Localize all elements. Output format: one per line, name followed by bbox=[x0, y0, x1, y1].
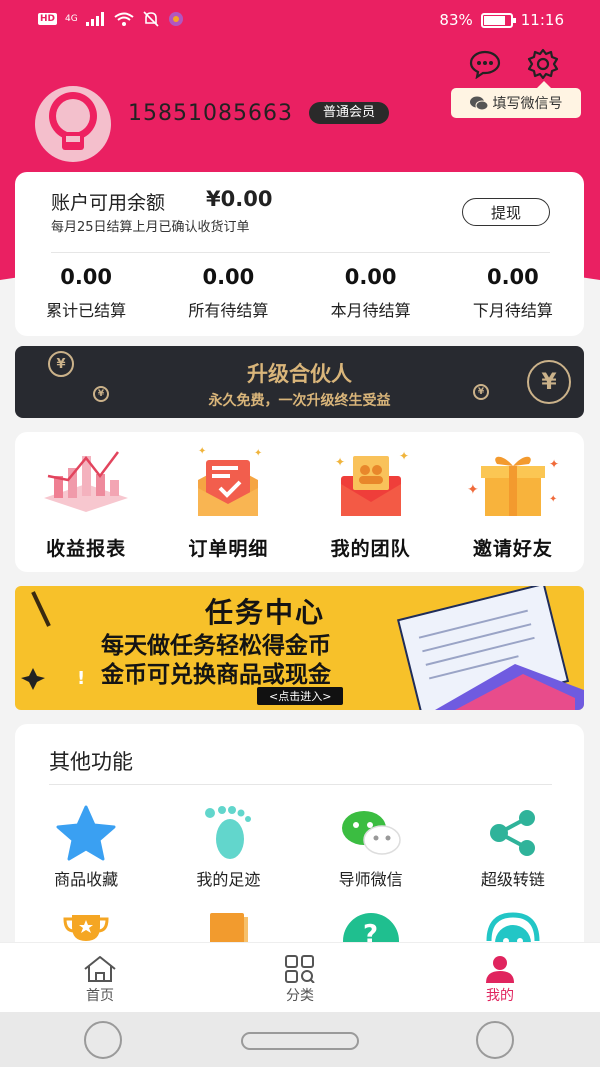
home-nav-button[interactable] bbox=[241, 1032, 359, 1050]
message-button[interactable] bbox=[468, 47, 502, 81]
eye-nav-button[interactable] bbox=[476, 1021, 514, 1059]
fill-wechat-tip[interactable]: 填写微信号 bbox=[451, 81, 581, 118]
tab-category[interactable]: 分类 bbox=[200, 943, 400, 1012]
gift-icon: ✦ ✦ ✦ bbox=[467, 456, 559, 516]
divider bbox=[51, 252, 550, 253]
home-icon bbox=[84, 956, 116, 982]
shortcut-label: 收益报表 bbox=[46, 538, 127, 560]
chart-icon bbox=[44, 451, 129, 512]
shortcut-label: 订单明细 bbox=[188, 538, 269, 560]
shortcut-label: 邀请好友 bbox=[472, 538, 553, 560]
tab-mine[interactable]: 我的 bbox=[400, 943, 600, 1012]
shortcut-invite-friends[interactable]: ✦ ✦ ✦ 邀请好友 bbox=[442, 442, 584, 561]
feature-super-link[interactable]: 超级转链 bbox=[442, 806, 584, 890]
stat-value: 0.00 bbox=[486, 265, 539, 289]
stat-this-month-pending[interactable]: 0.00 本月待结算 bbox=[300, 265, 442, 321]
task-line-2: 金币可兑换商品或现金 bbox=[101, 662, 331, 688]
tab-label: 分类 bbox=[286, 988, 314, 1004]
wechat-icon bbox=[341, 811, 401, 855]
partner-subtitle: 永久免费，一次升级终生受益 bbox=[208, 393, 391, 409]
stat-label: 下月待结算 bbox=[472, 301, 553, 320]
shortcut-my-team[interactable]: ✦ ✦ 我的团队 bbox=[300, 442, 442, 561]
stat-label: 本月待结算 bbox=[330, 301, 411, 320]
tab-home[interactable]: 首页 bbox=[0, 943, 200, 1012]
footprint-icon bbox=[205, 806, 252, 859]
feature-label: 导师微信 bbox=[338, 870, 403, 889]
member-level-badge: 普通会员 bbox=[309, 102, 390, 124]
back-nav-button[interactable] bbox=[84, 1021, 122, 1059]
default-avatar-icon bbox=[49, 92, 97, 150]
upgrade-partner-banner[interactable]: ¥ ¥ ¥ ¥ 升级合伙人 永久免费，一次升级终生受益 bbox=[15, 346, 584, 418]
battery-icon bbox=[480, 12, 516, 28]
svg-text:✦: ✦ bbox=[549, 457, 559, 471]
stat-all-pending[interactable]: 0.00 所有待结算 bbox=[157, 265, 299, 321]
share-icon bbox=[489, 810, 535, 856]
shortcut-card: 收益报表 ✦ ✦ 订单明细 ✦ ✦ 我的团队 ✦ ✦ ✦ 邀请好友 bbox=[15, 432, 584, 572]
shortcut-order-details[interactable]: ✦ ✦ 订单明细 bbox=[157, 442, 299, 561]
feature-footprints[interactable]: 我的足迹 bbox=[157, 806, 299, 890]
settings-button[interactable] bbox=[526, 47, 560, 81]
svg-text:✦: ✦ bbox=[254, 448, 262, 459]
wifi-icon bbox=[114, 12, 134, 26]
other-functions-card: 其他功能 商品收藏 我的足迹 导师微信 超级转链 ? bbox=[15, 724, 584, 964]
shortcut-label: 我的团队 bbox=[330, 538, 411, 560]
settlement-note: 每月25日结算上月已确认收货订单 bbox=[51, 220, 250, 235]
task-enter-button[interactable]: <点击进入> bbox=[257, 687, 344, 705]
feature-mentor-wechat[interactable]: 导师微信 bbox=[300, 806, 442, 890]
stat-total-settled[interactable]: 0.00 累计已结算 bbox=[15, 265, 157, 321]
system-nav-bar bbox=[0, 1012, 600, 1067]
user-icon bbox=[486, 956, 514, 983]
star-icon bbox=[56, 805, 116, 861]
fill-wechat-label: 填写微信号 bbox=[492, 96, 563, 112]
gear-icon bbox=[527, 48, 559, 80]
feature-favorites[interactable]: 商品收藏 bbox=[15, 805, 157, 890]
balance-amount: ¥0.00 bbox=[206, 187, 273, 211]
stat-value: 0.00 bbox=[344, 265, 397, 289]
category-icon bbox=[285, 955, 315, 983]
avatar[interactable] bbox=[35, 86, 111, 162]
task-title: 任务中心 bbox=[205, 596, 326, 629]
hd-badge: HD bbox=[38, 13, 58, 25]
user-phone: 15851085663 bbox=[128, 101, 293, 126]
divider bbox=[49, 784, 552, 785]
mute-bell-icon bbox=[143, 11, 159, 27]
balance-label: 账户可用余额 bbox=[51, 192, 166, 214]
feature-label: 商品收藏 bbox=[54, 870, 119, 889]
tab-label: 首页 bbox=[86, 988, 114, 1004]
message-icon bbox=[469, 50, 501, 79]
tab-label: 我的 bbox=[486, 988, 514, 1004]
stat-next-month-pending[interactable]: 0.00 下月待结算 bbox=[442, 265, 584, 321]
clock: 11:16 bbox=[520, 11, 564, 29]
task-center-banner[interactable]: ! 任务中心 每天做任务轻松得金币 金币可兑换商品或现金 <点击进入> bbox=[15, 586, 584, 710]
section-title: 其他功能 bbox=[49, 750, 133, 774]
status-bar: HD 4G 83% 11:16 bbox=[0, 0, 600, 40]
withdraw-button[interactable]: 提现 bbox=[462, 198, 550, 226]
stat-value: 0.00 bbox=[60, 265, 113, 289]
stat-label: 所有待结算 bbox=[188, 301, 269, 320]
svg-text:✦: ✦ bbox=[399, 449, 409, 463]
svg-text:✦: ✦ bbox=[335, 455, 345, 469]
feature-label: 超级转链 bbox=[480, 870, 545, 889]
stat-value: 0.00 bbox=[202, 265, 255, 289]
network-type: 4G bbox=[65, 14, 78, 24]
bottom-tab-bar: 首页 分类 我的 bbox=[0, 942, 600, 1012]
stat-label: 累计已结算 bbox=[46, 301, 127, 320]
team-icon: ✦ ✦ bbox=[335, 449, 409, 516]
signal-icon bbox=[85, 12, 104, 26]
svg-text:✦: ✦ bbox=[467, 482, 479, 498]
app-notify-icon bbox=[168, 12, 183, 26]
balance-card: 账户可用余额 ¥0.00 每月25日结算上月已确认收货订单 提现 0.00 累计… bbox=[15, 172, 584, 336]
svg-text:✦: ✦ bbox=[198, 446, 206, 457]
order-icon: ✦ ✦ bbox=[198, 446, 263, 516]
svg-text:✦: ✦ bbox=[549, 494, 557, 505]
svg-text:!: ! bbox=[77, 668, 85, 689]
battery-percent: 83% bbox=[439, 11, 473, 29]
wechat-icon bbox=[469, 96, 488, 110]
feature-label: 我的足迹 bbox=[196, 870, 261, 889]
partner-title: 升级合伙人 bbox=[247, 362, 352, 386]
shortcut-income-report[interactable]: 收益报表 bbox=[15, 442, 157, 561]
